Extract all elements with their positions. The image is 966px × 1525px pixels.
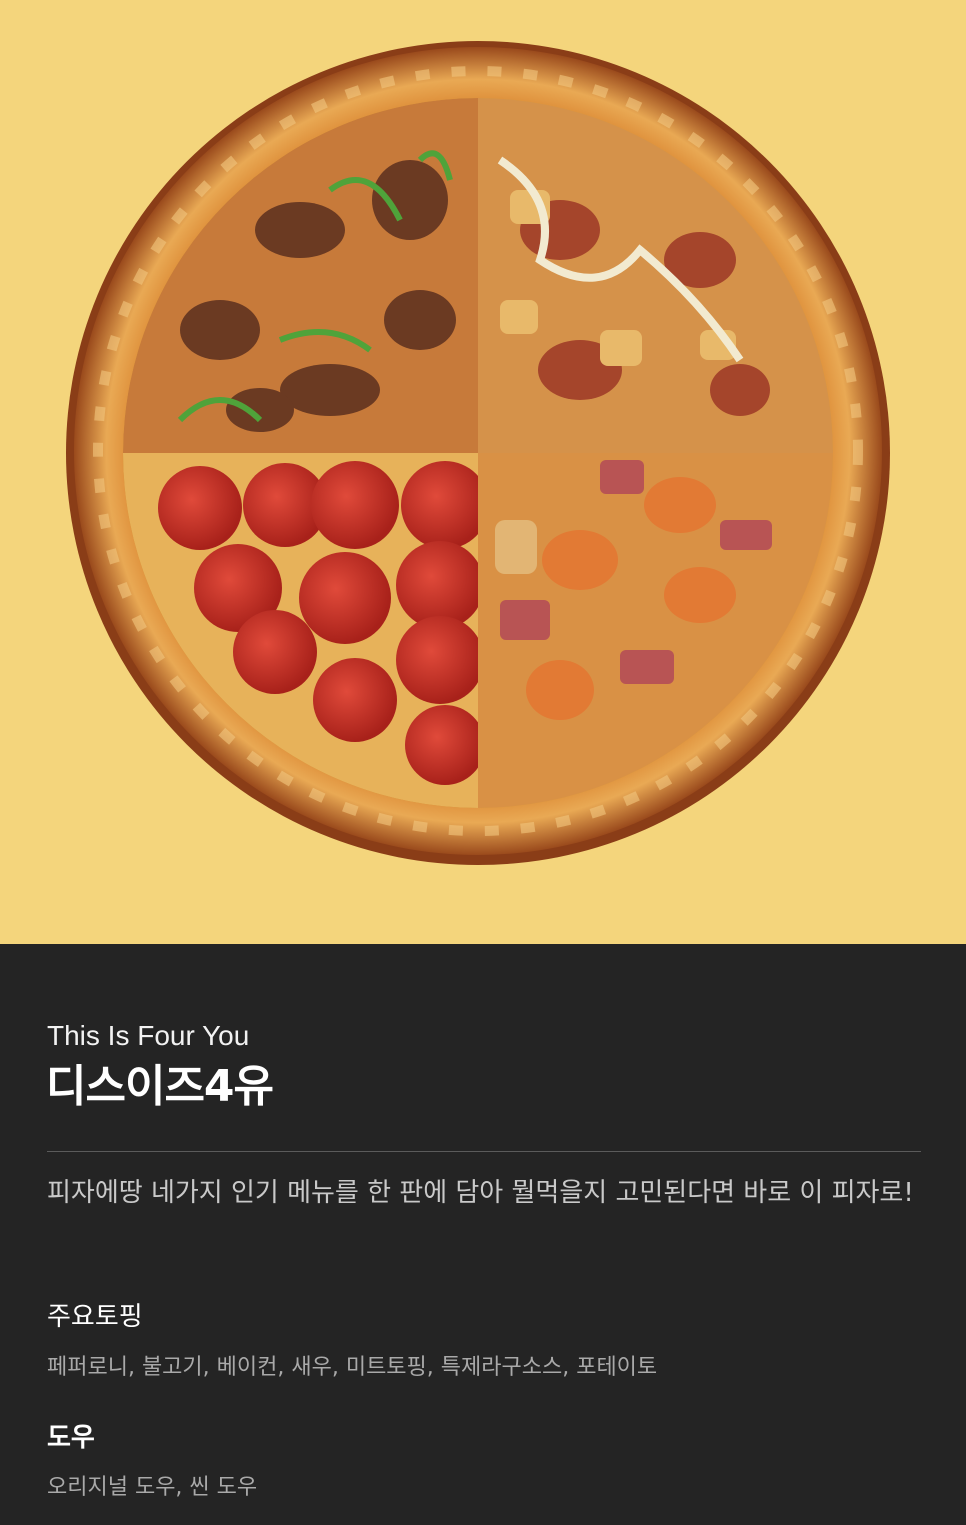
dough-value: 오리지널 도우, 씬 도우: [47, 1475, 258, 1500]
toppings-label: 주요토핑: [47, 1302, 143, 1332]
divider: [47, 1151, 921, 1152]
dough-label: 도우: [47, 1423, 95, 1453]
product-hero: [0, 0, 966, 944]
product-subtitle: This Is Four You: [47, 1020, 250, 1051]
pizza-image: [66, 41, 890, 865]
product-title: 디스이즈4유: [46, 1061, 274, 1112]
product-description: 피자에땅 네가지 인기 메뉴를 한 판에 담아 뭘먹을지 고민된다면 바로 이 …: [47, 1178, 914, 1208]
product-info: This Is Four You 디스이즈4유 피자에땅 네가지 인기 메뉴를 …: [0, 944, 966, 1525]
toppings-value: 페퍼로니, 불고기, 베이컨, 새우, 미트토핑, 특제라구소스, 포테이토: [47, 1355, 658, 1380]
